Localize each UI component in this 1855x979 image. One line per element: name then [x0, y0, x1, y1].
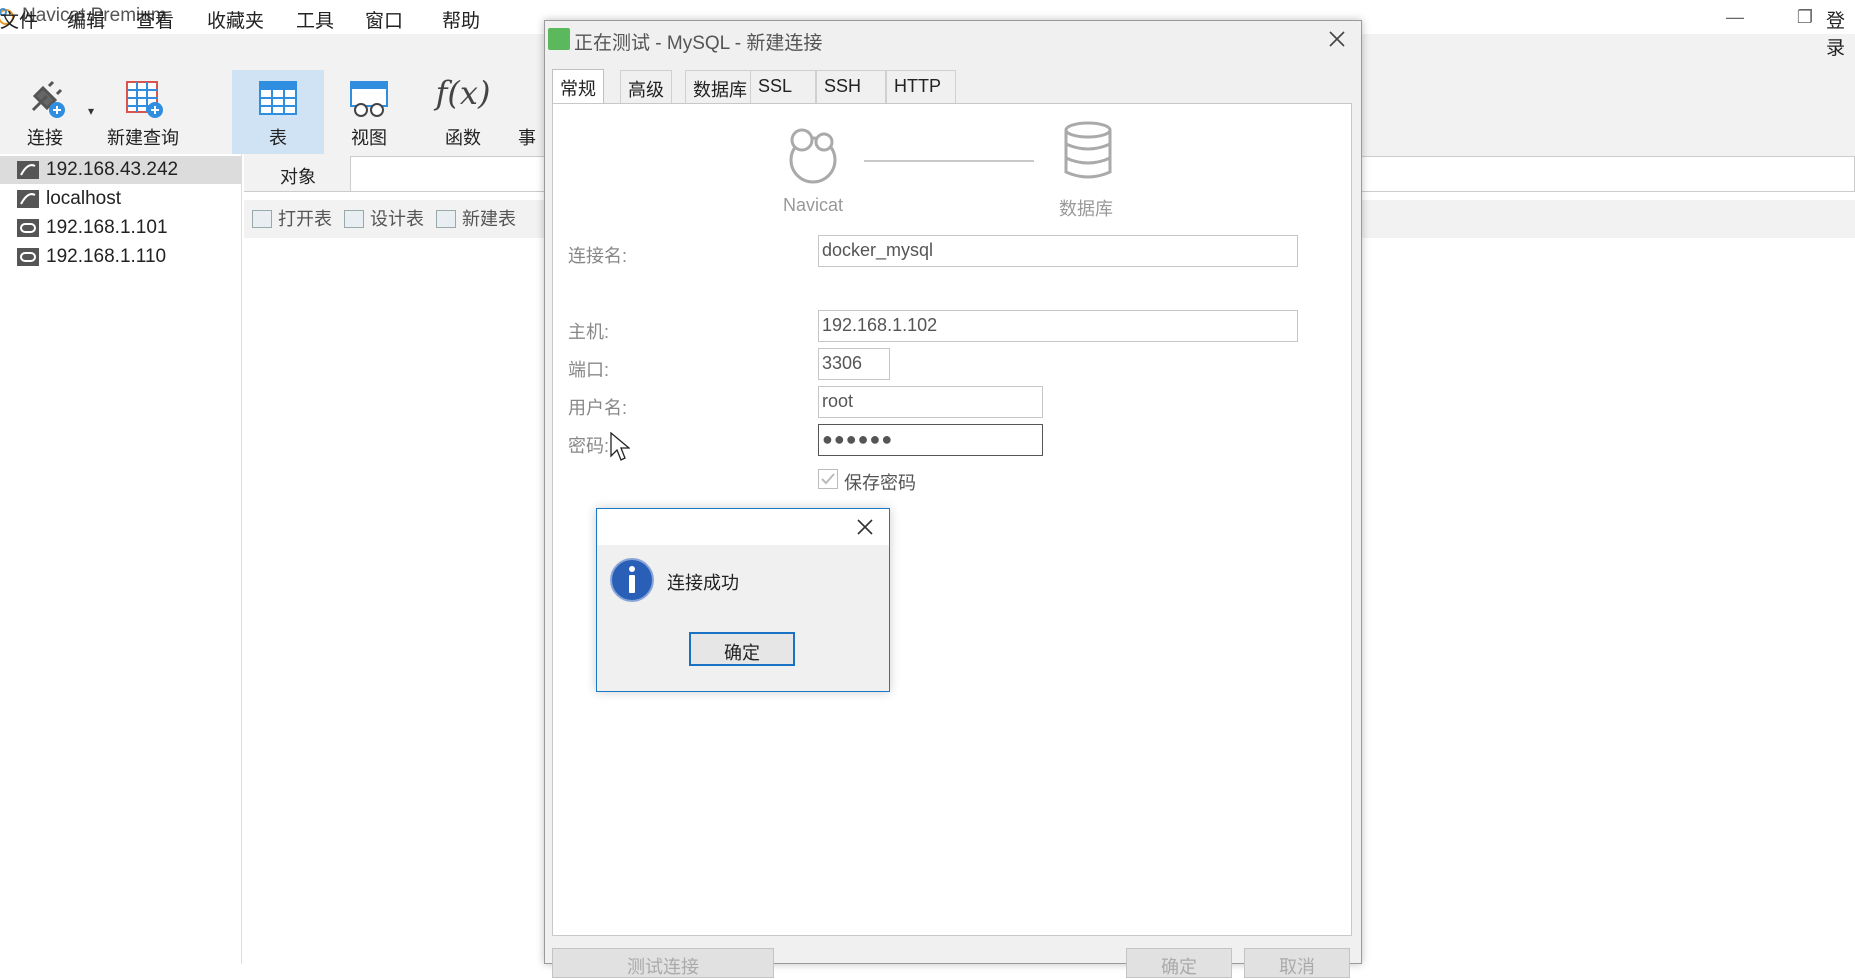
connect-label: 连接 — [27, 128, 63, 148]
navicat-icon — [789, 128, 837, 184]
connection-name-label: 连接名: — [568, 246, 628, 266]
connection-label: 192.168.1.110 — [46, 246, 167, 267]
table-button[interactable]: 表 — [232, 70, 324, 154]
connection-line — [864, 160, 1034, 162]
database-icon — [1064, 121, 1112, 179]
connect-dropdown-icon[interactable]: ▾ — [88, 104, 94, 118]
function-icon: f(x) — [435, 74, 491, 112]
design-table-icon — [344, 210, 364, 228]
menu-view[interactable]: 查看 — [136, 6, 174, 33]
mysql-icon — [17, 190, 39, 208]
connection-name-field[interactable]: docker_mysql — [818, 235, 1298, 267]
view-label: 视图 — [351, 128, 387, 148]
login-link[interactable]: 登录 — [1826, 6, 1855, 60]
password-field[interactable]: ●●●●●● — [818, 424, 1043, 456]
new-query-label: 新建查询 — [107, 128, 179, 148]
tab-database[interactable]: 数据库 — [685, 70, 755, 103]
connect-button[interactable]: 连接 — [6, 70, 84, 154]
open-table-label: 打开表 — [278, 209, 332, 229]
tab-general[interactable]: 常规 — [552, 69, 604, 104]
test-connection-button[interactable]: 测试连接 — [552, 948, 774, 978]
new-table-icon — [436, 210, 456, 228]
view-button[interactable]: 视图 — [330, 70, 408, 154]
sidebar-item-connection[interactable]: 192.168.1.101 — [0, 214, 242, 242]
port-field[interactable]: 3306 — [818, 348, 890, 380]
host-label: 主机: — [568, 322, 610, 342]
dialog-cancel-button[interactable]: 取消 — [1244, 948, 1350, 978]
table-icon — [259, 81, 297, 115]
message-text: 连接成功 — [667, 573, 739, 593]
dialog-ok-button[interactable]: 确定 — [1126, 948, 1232, 978]
design-table-button[interactable]: 设计表 — [344, 205, 424, 231]
tab-ssl[interactable]: SSL — [750, 70, 816, 103]
function-button[interactable]: f(x) 函数 — [424, 70, 502, 154]
mysql-dialog-icon — [548, 28, 570, 50]
function-label: 函数 — [445, 128, 481, 148]
tab-ssh[interactable]: SSH — [816, 70, 886, 103]
connection-label: localhost — [46, 188, 121, 209]
new-table-label: 新建表 — [462, 209, 516, 229]
event-button[interactable]: 事 — [510, 70, 544, 154]
database-label: 数据库 — [1059, 199, 1113, 219]
info-icon — [610, 558, 654, 602]
menu-favorites[interactable]: 收藏夹 — [207, 6, 264, 33]
message-box-titlebar — [597, 509, 889, 545]
view-icon — [350, 81, 388, 117]
connection-label: 192.168.1.101 — [46, 217, 168, 238]
objects-tab[interactable]: 对象 — [280, 163, 316, 189]
connection-label: 192.168.43.242 — [46, 159, 179, 180]
open-table-button[interactable]: 打开表 — [252, 205, 332, 231]
sidebar-item-connection[interactable]: 192.168.43.242 — [0, 156, 242, 184]
open-table-icon — [252, 210, 272, 228]
menu-help[interactable]: 帮助 — [442, 6, 480, 33]
oracle-icon — [17, 248, 39, 266]
menu-window[interactable]: 窗口 — [365, 6, 403, 33]
new-table-button[interactable]: 新建表 — [436, 205, 516, 231]
plug-icon — [31, 80, 65, 118]
save-password-checkbox[interactable] — [818, 469, 838, 489]
host-field[interactable]: 192.168.1.102 — [818, 310, 1298, 342]
port-label: 端口: — [568, 360, 610, 380]
design-table-label: 设计表 — [370, 209, 424, 229]
new-query-icon — [126, 81, 163, 118]
menu-edit[interactable]: 编辑 — [67, 6, 105, 33]
save-password-label: 保存密码 — [844, 473, 916, 493]
menu-tools[interactable]: 工具 — [296, 6, 334, 33]
mysql-icon — [17, 161, 39, 179]
minimize-button[interactable]: — — [1705, 2, 1765, 32]
close-icon[interactable] — [1324, 26, 1350, 52]
sidebar-item-connection[interactable]: localhost — [0, 185, 242, 213]
oracle-icon — [17, 219, 39, 237]
close-icon[interactable] — [852, 514, 878, 540]
tab-advanced[interactable]: 高级 — [620, 70, 672, 103]
password-label: 密码: — [568, 436, 610, 456]
navicat-label: Navicat — [782, 195, 844, 215]
table-label: 表 — [269, 128, 287, 148]
username-field[interactable]: root — [818, 386, 1043, 418]
sidebar-item-connection[interactable]: 192.168.1.110 — [0, 243, 242, 271]
message-ok-button[interactable]: 确定 — [689, 632, 795, 666]
username-label: 用户名: — [568, 398, 628, 418]
event-label: 事 — [518, 128, 536, 148]
checkmark-icon — [821, 473, 835, 485]
dialog-title: 正在测试 - MySQL - 新建连接 — [574, 33, 823, 54]
connection-sidebar — [0, 154, 242, 964]
menu-file[interactable]: 文件 — [0, 6, 38, 33]
tab-http[interactable]: HTTP — [886, 70, 956, 103]
new-query-button[interactable]: 新建查询 — [104, 70, 182, 154]
mouse-cursor-icon — [610, 432, 630, 461]
